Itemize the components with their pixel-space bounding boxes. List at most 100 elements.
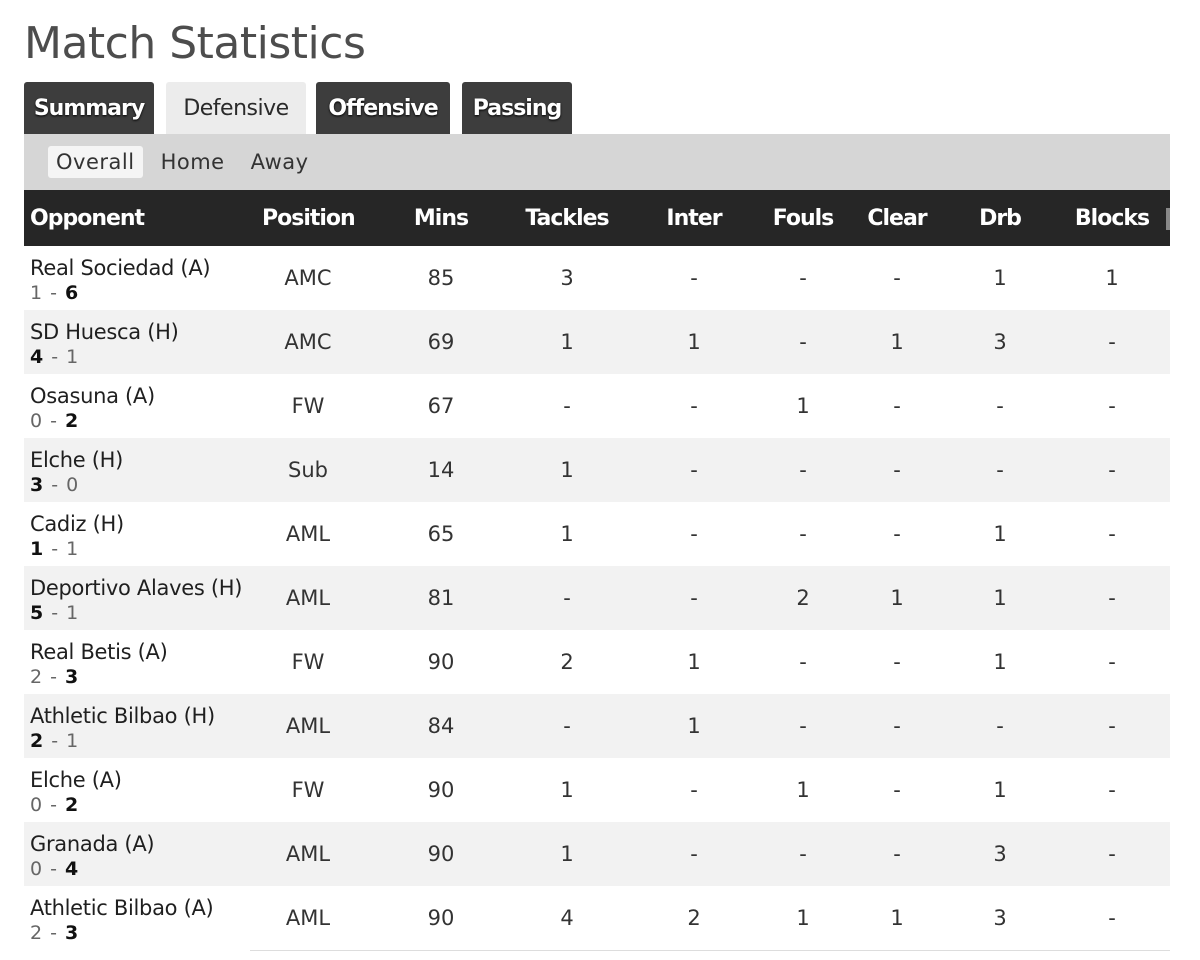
cell-drb: 1 <box>993 778 1007 802</box>
opponent-link[interactable]: Real Betis (A) <box>30 639 260 665</box>
opponent-link[interactable]: Cadiz (H) <box>30 511 260 537</box>
score-home: 4 <box>30 346 45 368</box>
cell-drb: 1 <box>993 266 1007 290</box>
table-row: Athletic Bilbao (H) 2 - 1 AML 84-1- - - - <box>24 694 1170 758</box>
subtab-home[interactable]: Home <box>153 146 233 178</box>
subtab-overall[interactable]: Overall <box>48 146 143 178</box>
opponent-link[interactable]: Real Sociedad (A) <box>30 255 260 281</box>
venue-filter-bar: Overall Home Away <box>24 134 1170 190</box>
cell-blocks: - <box>1108 714 1116 738</box>
match-score[interactable]: 1 - 1 <box>30 537 260 561</box>
header-drb[interactable]: Drb <box>959 206 1041 231</box>
table-row: Elche (A) 0 - 2 FW 90 1 - 1 - 1 - <box>24 758 1170 822</box>
opponent-link[interactable]: Elche (H) <box>30 447 260 473</box>
cell-opponent: Cadiz (H) 1 - 1 <box>30 511 260 561</box>
cell-clear: - <box>893 842 901 866</box>
cell-tackles: 2 <box>560 650 574 674</box>
page-title: Match Statistics <box>24 18 366 69</box>
cell-position: AML <box>285 586 331 610</box>
score-separator: - <box>43 922 66 944</box>
cell-drb: 1 <box>993 522 1007 546</box>
cell-opponent: Athletic Bilbao (A) 2 - 3 <box>30 895 260 945</box>
match-score[interactable]: 1 - 6 <box>30 281 260 305</box>
match-score[interactable]: 0 - 2 <box>30 409 260 433</box>
cell-inter: - <box>690 522 698 546</box>
score-separator: - <box>44 346 67 368</box>
cell-fouls: - <box>799 458 807 482</box>
cell-clear: - <box>893 522 901 546</box>
score-away: 2 <box>65 410 80 432</box>
cell-drb: 1 <box>993 650 1007 674</box>
table-row: Osasuna (A) 0 - 2 FW 67 - - 1 - - - <box>24 374 1170 438</box>
header-blocks[interactable]: Blocks <box>1064 206 1160 231</box>
cell-clear: 1 <box>890 906 904 930</box>
cell-clear: - <box>893 266 901 290</box>
table-bottom-divider <box>250 950 1170 951</box>
tab-summary[interactable]: Summary <box>24 82 154 134</box>
cell-inter: - <box>690 458 698 482</box>
header-fouls[interactable]: Fouls <box>759 206 847 231</box>
cell-tackles: - <box>563 714 571 738</box>
cell-inter: 1 <box>687 330 701 354</box>
table-header: Opponent Position Mins Tackles Inter Fou… <box>24 190 1170 246</box>
match-score[interactable]: 0 - 2 <box>30 793 260 817</box>
score-home: 0 <box>30 410 44 432</box>
opponent-link[interactable]: Athletic Bilbao (H) <box>30 703 260 729</box>
cell-inter: - <box>690 842 698 866</box>
cell-blocks: - <box>1108 458 1116 482</box>
match-score[interactable]: 5 - 1 <box>30 601 260 625</box>
match-score[interactable]: 2 - 3 <box>30 921 260 945</box>
cell-opponent: Real Betis (A) 2 - 3 <box>30 639 260 689</box>
cell-blocks: - <box>1108 586 1116 610</box>
header-position[interactable]: Position <box>262 206 356 231</box>
cell-opponent: Elche (A) 0 - 2 <box>30 767 260 817</box>
opponent-link[interactable]: Elche (A) <box>30 767 260 793</box>
score-away: 0 <box>66 474 80 496</box>
opponent-link[interactable]: Osasuna (A) <box>30 383 260 409</box>
opponent-link[interactable]: Deportivo Alaves (H) <box>30 575 260 601</box>
cell-inter: - <box>690 778 698 802</box>
cell-position: AMC <box>284 330 332 354</box>
match-score[interactable]: 0 - 4 <box>30 857 260 881</box>
cell-drb: - <box>996 394 1004 418</box>
header-inter[interactable]: Inter <box>644 206 744 231</box>
score-away: 2 <box>65 794 80 816</box>
cell-tackles: 4 <box>560 906 574 930</box>
cell-clear: - <box>893 778 901 802</box>
table-row: Deportivo Alaves (H) 5 - 1 AML 81- -2 1 1- <box>24 566 1170 630</box>
cell-opponent: Real Sociedad (A) 1 - 6 <box>30 255 260 305</box>
cell-position: AML <box>285 906 331 930</box>
score-away: 1 <box>66 602 80 624</box>
opponent-link[interactable]: SD Huesca (H) <box>30 319 260 345</box>
opponent-link[interactable]: Athletic Bilbao (A) <box>30 895 260 921</box>
cell-clear: 1 <box>890 330 904 354</box>
cell-blocks: - <box>1108 650 1116 674</box>
match-score[interactable]: 4 - 1 <box>30 345 260 369</box>
cell-clear: - <box>893 714 901 738</box>
cell-position: AML <box>285 714 331 738</box>
tab-defensive[interactable]: Defensive <box>166 82 306 134</box>
horizontal-scroll-indicator[interactable] <box>1166 208 1170 230</box>
header-mins[interactable]: Mins <box>396 206 486 231</box>
tab-passing[interactable]: Passing <box>462 82 572 134</box>
cell-drb: 1 <box>993 586 1007 610</box>
cell-fouls: 2 <box>796 586 810 610</box>
tab-offensive[interactable]: Offensive <box>316 82 450 134</box>
cell-mins: 90 <box>427 842 455 866</box>
cell-inter: - <box>690 266 698 290</box>
match-score[interactable]: 2 - 3 <box>30 665 260 689</box>
opponent-link[interactable]: Granada (A) <box>30 831 260 857</box>
score-separator: - <box>43 282 66 304</box>
subtab-away[interactable]: Away <box>243 146 317 178</box>
header-clear[interactable]: Clear <box>854 206 940 231</box>
cell-position: AMC <box>284 266 332 290</box>
cell-inter: - <box>690 394 698 418</box>
score-separator: - <box>43 858 66 880</box>
cell-clear: - <box>893 650 901 674</box>
match-score[interactable]: 3 - 0 <box>30 473 260 497</box>
match-score[interactable]: 2 - 1 <box>30 729 260 753</box>
header-opponent[interactable]: Opponent <box>30 206 260 231</box>
cell-mins: 90 <box>427 650 455 674</box>
header-tackles[interactable]: Tackles <box>512 206 622 231</box>
score-away: 1 <box>66 538 80 560</box>
